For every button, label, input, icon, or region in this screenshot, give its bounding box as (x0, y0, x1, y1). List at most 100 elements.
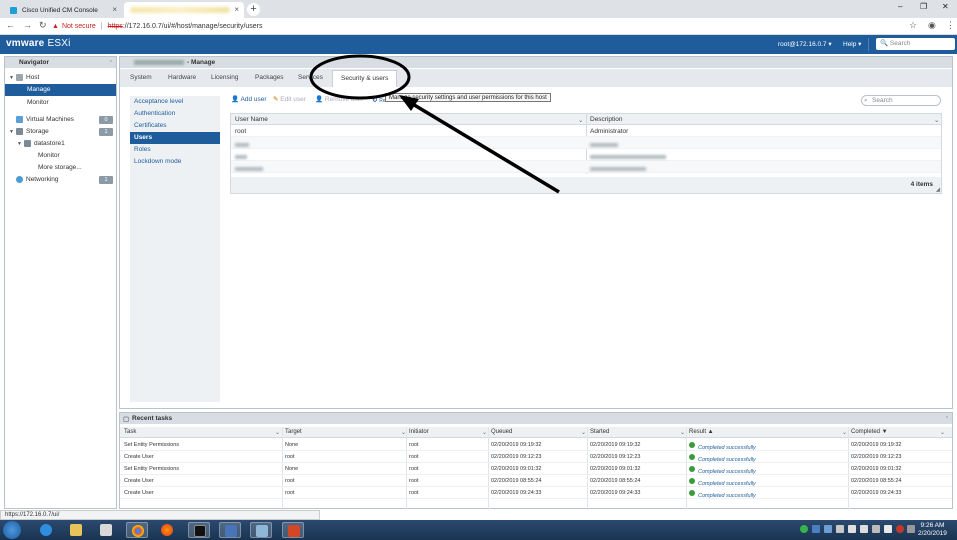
close-window-icon[interactable]: ✕ (942, 2, 949, 11)
subnav-lockdown-mode[interactable]: Lockdown mode (130, 156, 220, 168)
chevron-down-icon[interactable]: ⌄ (275, 429, 280, 436)
subnav-certificates[interactable]: Certificates (130, 120, 220, 132)
nav-item-more-storage[interactable]: More storage... (5, 162, 116, 174)
new-tab-button[interactable]: + (247, 3, 260, 16)
expand-icon[interactable]: ▼ (9, 126, 16, 138)
collapse-icon[interactable]: ▫ (110, 58, 112, 65)
task-row[interactable]: Create User root root 02/20/2019 09:12:2… (120, 451, 952, 463)
tab-licensing[interactable]: Licensing (211, 74, 238, 81)
nav-item-virtual-machines[interactable]: Virtual Machines 0 (5, 114, 116, 126)
table-row[interactable]: root Administrator (231, 125, 941, 137)
col-user-name[interactable]: User Name (235, 116, 268, 123)
nav-item-monitor[interactable]: Monitor (5, 97, 116, 109)
expand-icon[interactable]: ▼ (9, 72, 16, 84)
col-result[interactable]: Result ▲ (689, 429, 714, 435)
profile-icon[interactable]: ◉ (928, 20, 936, 31)
minimize-icon[interactable]: – (898, 2, 902, 11)
close-tab-icon[interactable]: × (112, 5, 117, 14)
chevron-down-icon[interactable]: ⌄ (578, 116, 583, 124)
browser-tab-esxi[interactable]: × (124, 2, 244, 18)
reload-icon[interactable]: ↻ (39, 20, 47, 31)
tab-hardware[interactable]: Hardware (168, 74, 196, 81)
nav-item-manage[interactable]: Manage (5, 84, 116, 96)
col-target[interactable]: Target (285, 429, 302, 435)
nav-item-datastore1[interactable]: ▼ datastore1 (5, 138, 116, 150)
tray-app-icon[interactable] (800, 525, 808, 533)
users-search-input[interactable]: ⌕ Search (861, 95, 941, 106)
tool-taskbar-button[interactable] (250, 522, 272, 538)
network-icon[interactable] (872, 525, 880, 533)
chevron-down-icon[interactable]: ⌄ (482, 429, 487, 436)
browser-tab-cisco[interactable]: Cisco Unified CM Console × (4, 2, 122, 18)
subnav-authentication[interactable]: Authentication (130, 108, 220, 120)
cmd-taskbar-button[interactable] (188, 522, 210, 538)
explorer-taskbar-button[interactable] (65, 522, 87, 538)
powerpoint-taskbar-button[interactable] (282, 522, 304, 538)
resize-grip-icon[interactable]: ◢ (936, 187, 940, 193)
col-task[interactable]: Task (124, 429, 136, 435)
task-row[interactable]: Create User root root 02/20/2019 09:24:3… (120, 487, 952, 499)
chevron-down-icon[interactable]: ⌄ (934, 116, 939, 124)
tray-app-icon[interactable] (848, 525, 856, 533)
task-row[interactable]: Create User root root 02/20/2019 08:55:2… (120, 475, 952, 487)
tab-system[interactable]: System (130, 74, 152, 81)
flag-icon[interactable] (884, 525, 892, 533)
tray-app-icon[interactable] (896, 525, 904, 533)
col-completed[interactable]: Completed ▼ (851, 429, 888, 435)
volume-icon[interactable] (860, 525, 868, 533)
taskbar-clock[interactable]: 9:26 AM 2/20/2019 (918, 522, 947, 538)
tray-app-icon[interactable] (836, 525, 844, 533)
chrome-taskbar-button[interactable] (126, 522, 148, 538)
ie-taskbar-button[interactable] (35, 522, 57, 538)
tab-security-users[interactable]: Security & users (332, 70, 398, 87)
chevron-down-icon[interactable]: ⌄ (842, 429, 847, 436)
table-row[interactable] (231, 161, 941, 173)
maximize-icon[interactable]: ❐ (920, 2, 927, 11)
media-taskbar-button[interactable] (95, 522, 117, 538)
tab-packages[interactable]: Packages (255, 74, 284, 81)
subnav-users[interactable]: Users (130, 132, 220, 144)
not-secure-label[interactable]: Not secure (62, 23, 96, 30)
nav-item-networking[interactable]: Networking 1 (5, 174, 116, 186)
close-tab-icon[interactable]: × (234, 5, 239, 14)
back-icon[interactable]: ← (6, 20, 15, 30)
chevron-down-icon[interactable]: ⌄ (680, 429, 685, 436)
header-search-input[interactable]: 🔍 Search (876, 38, 955, 50)
user-menu[interactable]: root@172.16.0.7 ▾ (778, 40, 832, 48)
col-initiator[interactable]: Initiator (409, 429, 429, 435)
col-started[interactable]: Started (590, 429, 609, 435)
firefox-taskbar-button[interactable] (156, 522, 178, 538)
success-check-icon (689, 442, 695, 448)
remove-user-button[interactable]: 👤 Remove user (315, 95, 364, 103)
nav-item-storage[interactable]: ▼ Storage 1 (5, 126, 116, 138)
network-app-taskbar-button[interactable] (219, 522, 241, 538)
tab-services[interactable]: Services (298, 74, 323, 81)
subnav-acceptance-level[interactable]: Acceptance level (130, 96, 220, 108)
start-button[interactable] (3, 521, 21, 539)
table-row[interactable] (231, 149, 941, 161)
forward-icon[interactable]: → (23, 20, 32, 30)
task-row[interactable]: Set Entity Permissions None root 02/20/2… (120, 463, 952, 475)
col-queued[interactable]: Queued (491, 429, 512, 435)
expand-icon[interactable]: ▼ (17, 138, 24, 150)
collapse-icon[interactable]: ▫ (946, 414, 948, 421)
menu-icon[interactable]: ⋮ (946, 20, 955, 31)
network-app-icon (225, 525, 237, 537)
task-name: Set Entity Permissions (124, 442, 180, 448)
edit-user-button[interactable]: ✎ Edit user (273, 95, 306, 103)
task-row[interactable]: Set Entity Permissions None root 02/20/2… (120, 439, 952, 451)
table-row[interactable] (231, 137, 941, 149)
add-user-button[interactable]: 👤 Add user (231, 95, 267, 103)
bookmark-star-icon[interactable]: ☆ (909, 20, 917, 31)
nav-item-datastore-monitor[interactable]: Monitor (5, 150, 116, 162)
chevron-down-icon[interactable]: ⌄ (581, 429, 586, 436)
url-field[interactable]: ▲ Not secure | https://172.16.0.7/ui/#/h… (52, 20, 902, 33)
nav-item-host[interactable]: ▼ Host (5, 72, 116, 84)
tray-app-icon[interactable] (812, 525, 820, 533)
tray-app-icon[interactable] (907, 525, 915, 533)
col-description[interactable]: Description (590, 116, 623, 123)
help-menu[interactable]: Help ▾ (843, 40, 861, 48)
tray-app-icon[interactable] (824, 525, 832, 533)
subnav-roles[interactable]: Roles (130, 144, 220, 156)
chevron-down-icon[interactable]: ⌄ (940, 429, 945, 436)
